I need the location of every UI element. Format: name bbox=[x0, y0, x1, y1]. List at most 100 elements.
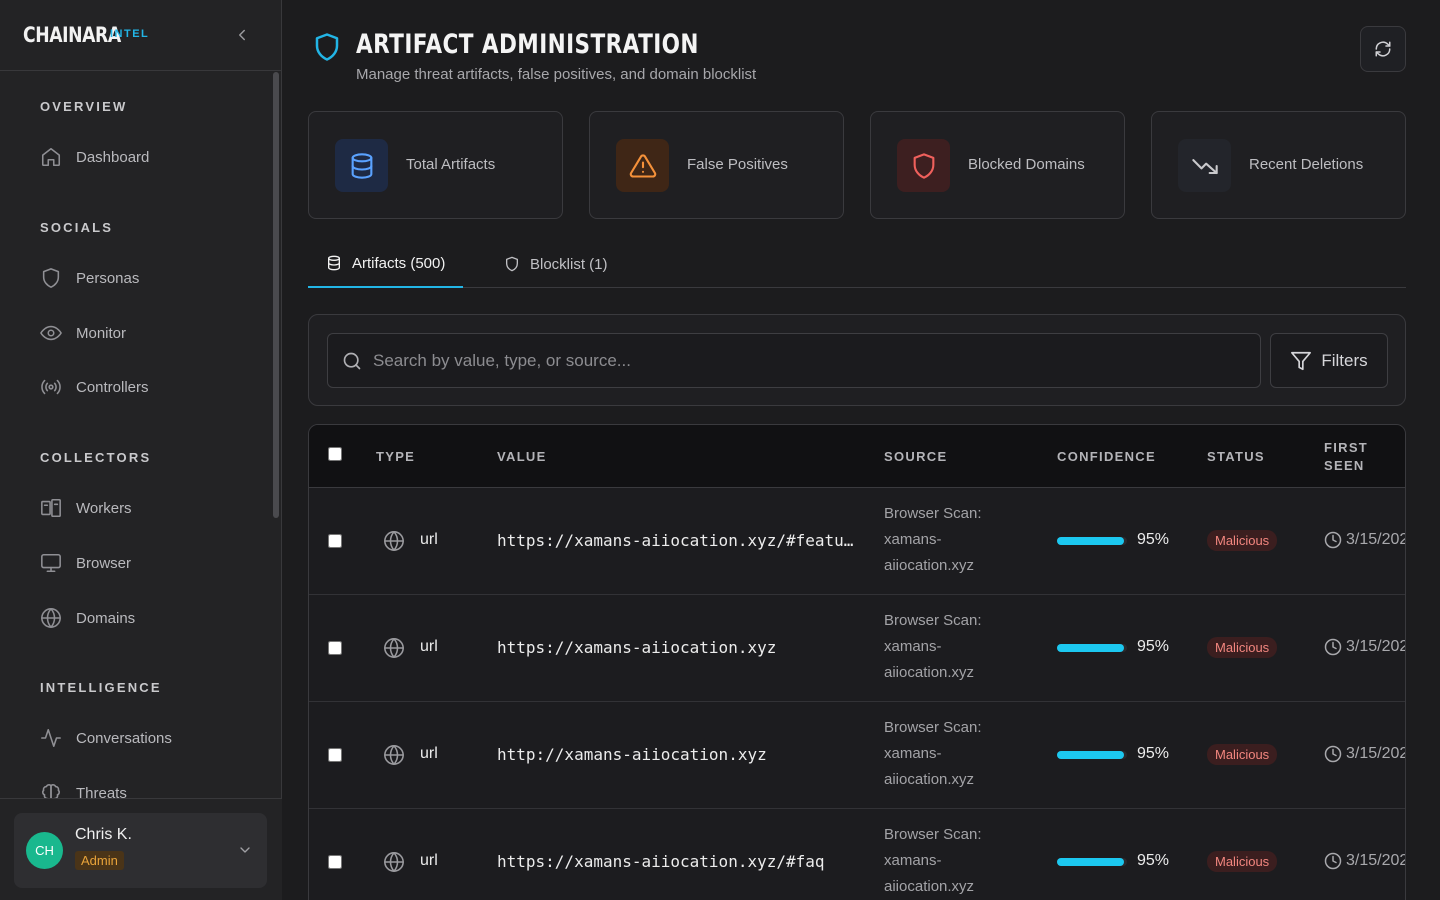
artifact-source: Browser Scan: xamans-aiiocation.xyz bbox=[884, 715, 1014, 793]
status-badge: Malicious bbox=[1207, 851, 1278, 872]
artifact-type: url bbox=[420, 745, 438, 762]
activity-icon bbox=[41, 728, 61, 748]
sidebar-item-controllers[interactable]: Controllers bbox=[40, 374, 149, 400]
section-title-collectors: COLLECTORS bbox=[40, 450, 152, 465]
first-seen: 3/15/202 bbox=[1324, 638, 1406, 656]
confidence-bar-fill bbox=[1057, 644, 1124, 652]
stat-label: Recent Deletions bbox=[1249, 156, 1364, 173]
filters-label: Filters bbox=[1321, 350, 1368, 370]
artifact-value[interactable]: http://xamans-aiiocation.xyz bbox=[497, 745, 857, 764]
tab-artifacts[interactable]: Artifacts (500) bbox=[308, 240, 464, 288]
sidebar-item-label: Dashboard bbox=[76, 148, 150, 166]
stat-card-recent-deletions: Recent Deletions bbox=[1151, 111, 1406, 219]
table-row[interactable]: url https://xamans-aiiocation.xyz/#featur… bbox=[309, 488, 1406, 595]
database-icon bbox=[351, 152, 372, 179]
collapse-sidebar-button[interactable] bbox=[233, 26, 251, 44]
sidebar-item-label: Threats bbox=[76, 784, 127, 799]
artifact-source: Browser Scan: xamans-aiiocation.xyz bbox=[884, 501, 1014, 579]
sidebar-item-threats[interactable]: Threats bbox=[40, 780, 127, 798]
brand: CHAINARA INTEL bbox=[0, 0, 281, 71]
source-line: Browser Scan: bbox=[884, 612, 982, 629]
row-checkbox[interactable] bbox=[328, 641, 342, 655]
artifact-value[interactable]: https://xamans-aiiocation.xyz/#faq bbox=[497, 852, 857, 871]
chevron-left-icon bbox=[239, 29, 245, 41]
first-seen: 3/15/202 bbox=[1324, 531, 1406, 549]
confidence-value: 95% bbox=[1137, 531, 1170, 548]
row-checkbox[interactable] bbox=[328, 748, 342, 762]
column-header-value[interactable]: VALUE bbox=[497, 449, 547, 464]
column-header-type[interactable]: TYPE bbox=[376, 449, 415, 464]
globe-icon bbox=[383, 744, 405, 766]
table-row[interactable]: url https://xamans-aiiocation.xyz Browser … bbox=[309, 595, 1406, 702]
first-seen-date: 3/15/202 bbox=[1346, 745, 1406, 762]
tab-bar: Artifacts (500) Blocklist (1) bbox=[308, 240, 1406, 288]
confidence-bar bbox=[1057, 537, 1127, 545]
first-seen: 3/15/202 bbox=[1324, 852, 1405, 870]
sidebar-nav: OVERVIEW Dashboard SOCIALS Personas Moni… bbox=[0, 71, 282, 798]
sidebar-item-dashboard[interactable]: Dashboard bbox=[40, 144, 149, 170]
table-header: TYPE VALUE SOURCE CONFIDENCE STATUS FIRS… bbox=[309, 425, 1405, 488]
select-all-checkbox[interactable] bbox=[328, 447, 342, 461]
sidebar-item-label: Browser bbox=[76, 554, 132, 572]
globe-icon bbox=[383, 851, 405, 873]
confidence-bar-fill bbox=[1057, 751, 1124, 759]
first-seen-date: 3/15/202 bbox=[1346, 638, 1406, 655]
refresh-button[interactable] bbox=[1360, 26, 1406, 72]
section-title-socials: SOCIALS bbox=[40, 220, 114, 235]
clock-icon bbox=[1324, 638, 1342, 656]
column-header-first-seen[interactable]: FIRST bbox=[1324, 440, 1368, 455]
stat-icon-wrap bbox=[335, 139, 388, 192]
sidebar-item-personas[interactable]: Personas bbox=[40, 265, 139, 291]
sidebar-item-domains[interactable]: Domains bbox=[40, 605, 135, 631]
artifact-type: url bbox=[420, 638, 438, 655]
shield-icon bbox=[913, 152, 934, 179]
row-checkbox[interactable] bbox=[328, 534, 342, 548]
section-title-overview: OVERVIEW bbox=[40, 99, 128, 114]
source-line: Browser Scan: bbox=[884, 505, 982, 522]
sidebar: CHAINARA INTEL OVERVIEW Dashboard SOCIAL… bbox=[0, 0, 282, 900]
column-header-confidence[interactable]: CONFIDENCE bbox=[1057, 449, 1156, 464]
tab-blocklist[interactable]: Blocklist (1) bbox=[486, 240, 626, 288]
sidebar-item-label: Domains bbox=[76, 609, 136, 627]
source-line: aiiocation.xyz bbox=[884, 878, 975, 895]
sidebar-item-label: Controllers bbox=[76, 378, 149, 396]
eye-icon bbox=[40, 325, 62, 341]
row-checkbox[interactable] bbox=[328, 855, 342, 869]
first-seen-date: 3/15/202 bbox=[1346, 531, 1406, 548]
source-line: xamans- bbox=[884, 745, 942, 762]
column-header-first-seen-line2: SEEN bbox=[1324, 458, 1365, 473]
stat-icon-wrap bbox=[897, 139, 950, 192]
table-row[interactable]: url http://xamans-aiiocation.xyz Browser S… bbox=[309, 702, 1406, 809]
tab-label: Blocklist (1) bbox=[530, 255, 608, 273]
artifact-type: url bbox=[420, 852, 438, 869]
source-line: Browser Scan: bbox=[884, 719, 982, 736]
confidence-bar bbox=[1057, 751, 1127, 759]
table-row[interactable]: url https://xamans-aiiocation.xyz/#faq Bro… bbox=[309, 809, 1405, 900]
clock-icon bbox=[1324, 531, 1342, 549]
user-menu[interactable]: CH Chris K. Admin bbox=[14, 813, 267, 888]
column-header-status[interactable]: STATUS bbox=[1207, 449, 1265, 464]
sidebar-item-conversations[interactable]: Conversations bbox=[40, 725, 172, 751]
artifact-source: Browser Scan: xamans-aiiocation.xyz bbox=[884, 822, 1014, 900]
artifact-value[interactable]: https://xamans-aiiocation.xyz/#features bbox=[497, 531, 857, 550]
search-input[interactable] bbox=[327, 333, 1261, 388]
status-badge: Malicious bbox=[1207, 744, 1278, 765]
stat-card-blocked-domains: Blocked Domains bbox=[870, 111, 1125, 219]
sidebar-item-workers[interactable]: Workers bbox=[40, 495, 132, 521]
search-icon bbox=[343, 352, 361, 370]
source-line: xamans- bbox=[884, 531, 942, 548]
monitor-icon bbox=[41, 553, 61, 573]
artifact-value[interactable]: https://xamans-aiiocation.xyz bbox=[497, 638, 857, 657]
home-icon bbox=[41, 147, 61, 167]
sidebar-item-monitor[interactable]: Monitor bbox=[40, 320, 126, 346]
search-panel: Filters bbox=[308, 314, 1406, 406]
sidebar-item-browser[interactable]: Browser bbox=[40, 550, 131, 576]
clock-icon bbox=[1324, 745, 1342, 763]
filters-button[interactable]: Filters bbox=[1270, 333, 1388, 388]
sidebar-scrollbar[interactable] bbox=[273, 72, 279, 518]
warning-icon bbox=[629, 153, 656, 178]
source-line: xamans- bbox=[884, 638, 942, 655]
globe-icon bbox=[383, 637, 405, 659]
column-header-source[interactable]: SOURCE bbox=[884, 449, 947, 464]
trending-down-icon bbox=[1191, 158, 1218, 174]
